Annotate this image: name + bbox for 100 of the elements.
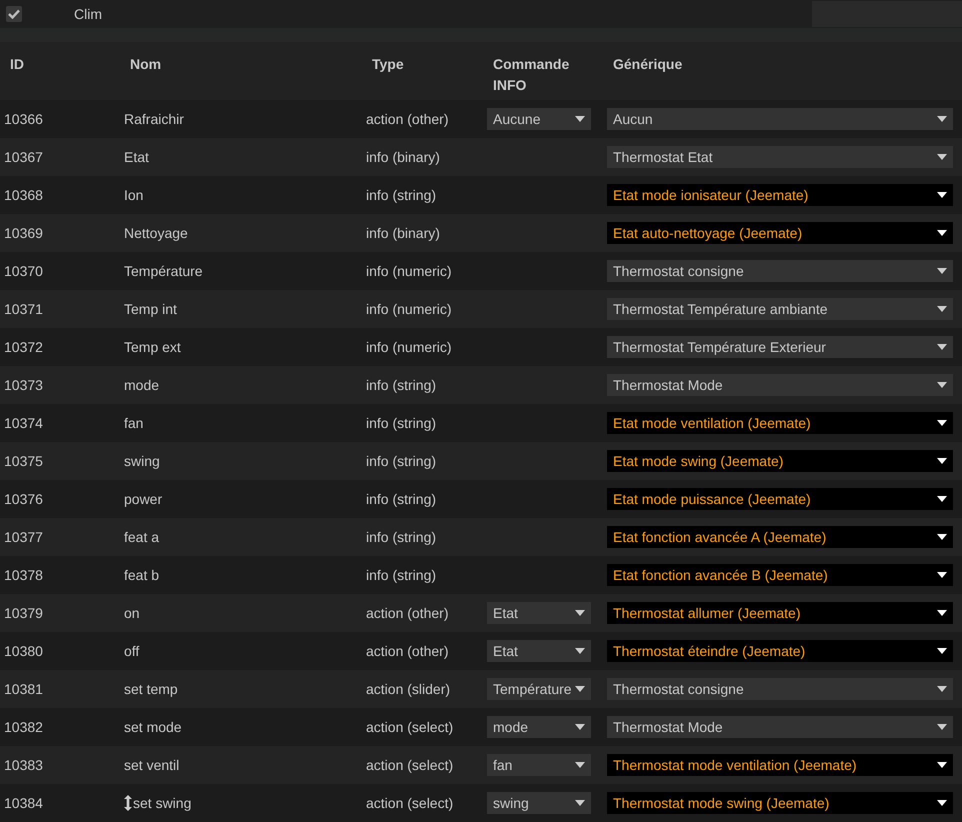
- generic-type-select[interactable]: Thermostat consigne: [607, 260, 953, 282]
- dropdown-caret-icon: [937, 116, 947, 122]
- id-cell: 10376: [4, 490, 43, 506]
- dropdown-caret-icon: [937, 306, 947, 312]
- dropdown-caret-icon: [937, 496, 947, 502]
- name-cell: feat b: [124, 566, 160, 582]
- generic-type-select[interactable]: Etat mode swing (Jeemate): [607, 450, 953, 472]
- dropdown-caret-icon: [937, 686, 947, 692]
- name-cell: Etat: [124, 148, 149, 164]
- id-cell: 10370: [4, 262, 43, 278]
- dropdown-caret-icon: [937, 572, 947, 578]
- checkbox[interactable]: [6, 6, 22, 22]
- type-cell: action (select): [366, 718, 454, 734]
- type-cell: action (other): [366, 642, 448, 658]
- type-cell: info (numeric): [366, 300, 452, 316]
- type-cell: info (string): [366, 528, 436, 544]
- generic-type-select[interactable]: Thermostat Mode: [607, 716, 953, 738]
- dropdown-caret-icon: [575, 762, 585, 768]
- dropdown-caret-icon: [937, 344, 947, 350]
- info-command-select[interactable]: swing: [487, 792, 591, 814]
- name-cell: Nettoyage: [124, 224, 188, 240]
- info-command-select[interactable]: fan: [487, 754, 591, 776]
- check-icon: [8, 9, 20, 19]
- id-cell: 10384: [4, 794, 43, 810]
- generic-type-select[interactable]: Thermostat allumer (Jeemate): [607, 602, 953, 624]
- id-cell: 10375: [4, 452, 43, 468]
- info-command-select[interactable]: Aucune: [487, 108, 591, 130]
- column-header: Type: [372, 55, 404, 74]
- id-cell: 10367: [4, 148, 43, 164]
- type-cell: info (string): [366, 490, 436, 506]
- info-command-select[interactable]: mode: [487, 716, 591, 738]
- dropdown-caret-icon: [937, 154, 947, 160]
- dropdown-caret-icon: [937, 610, 947, 616]
- id-cell: 10377: [4, 528, 43, 544]
- type-cell: info (string): [366, 186, 436, 202]
- equipment-name: Clim: [74, 4, 102, 24]
- name-cell: Température: [124, 262, 203, 278]
- dropdown-caret-icon: [937, 230, 947, 236]
- dropdown-caret-icon: [575, 648, 585, 654]
- type-cell: info (numeric): [366, 338, 452, 354]
- info-command-select[interactable]: Etat: [487, 640, 591, 662]
- type-cell: action (slider): [366, 680, 450, 696]
- generic-type-select[interactable]: Etat mode puissance (Jeemate): [607, 488, 953, 510]
- type-cell: info (string): [366, 376, 436, 392]
- generic-type-select[interactable]: Thermostat Mode: [607, 374, 953, 396]
- dropdown-caret-icon: [575, 610, 585, 616]
- dropdown-caret-icon: [937, 762, 947, 768]
- id-cell: 10379: [4, 604, 43, 620]
- dropdown-caret-icon: [937, 724, 947, 730]
- dropdown-caret-icon: [937, 382, 947, 388]
- id-cell: 10381: [4, 680, 43, 696]
- generic-type-select[interactable]: Aucun: [607, 108, 953, 130]
- generic-type-select[interactable]: Thermostat Température Exterieur: [607, 336, 953, 358]
- generic-type-select[interactable]: Etat fonction avancée A (Jeemate): [607, 526, 953, 548]
- name-cell: set temp: [124, 680, 178, 696]
- generic-type-select[interactable]: Etat mode ionisateur (Jeemate): [607, 184, 953, 206]
- name-cell: Rafraichir: [124, 110, 184, 126]
- type-cell: info (string): [366, 414, 436, 430]
- id-cell: 10371: [4, 300, 43, 316]
- generic-type-select[interactable]: Thermostat Température ambiante: [607, 298, 953, 320]
- generic-type-select[interactable]: Etat mode ventilation (Jeemate): [607, 412, 953, 434]
- dropdown-caret-icon: [937, 534, 947, 540]
- name-cell: set ventil: [124, 756, 180, 772]
- id-cell: 10366: [4, 110, 43, 126]
- type-cell: action (select): [366, 794, 454, 810]
- dropdown-caret-icon: [937, 192, 947, 198]
- column-header: Nom: [130, 55, 162, 74]
- dropdown-caret-icon: [937, 648, 947, 654]
- id-cell: 10372: [4, 338, 43, 354]
- generic-type-select[interactable]: Etat fonction avancée B (Jeemate): [607, 564, 953, 586]
- type-cell: info (binary): [366, 148, 440, 164]
- name-cell: mode: [124, 376, 160, 392]
- dropdown-caret-icon: [937, 268, 947, 274]
- column-header: Générique: [613, 55, 682, 74]
- name-cell: Ion: [124, 186, 144, 202]
- type-cell: info (numeric): [366, 262, 452, 278]
- id-cell: 10368: [4, 186, 43, 202]
- info-command-select[interactable]: Etat: [487, 602, 591, 624]
- name-cell: power: [124, 490, 162, 506]
- name-cell: set swing: [133, 794, 192, 810]
- name-cell: swing: [124, 452, 160, 468]
- column-header: ID: [10, 55, 24, 74]
- dropdown-caret-icon: [937, 800, 947, 806]
- type-cell: action (select): [366, 756, 454, 772]
- generic-type-select[interactable]: Etat auto-nettoyage (Jeemate): [607, 222, 953, 244]
- generic-type-select[interactable]: Thermostat mode ventilation (Jeemate): [607, 754, 953, 776]
- dropdown-caret-icon: [575, 800, 585, 806]
- dropdown-caret-icon: [575, 116, 585, 122]
- type-cell: action (other): [366, 110, 448, 126]
- id-cell: 10378: [4, 566, 43, 582]
- id-cell: 10380: [4, 642, 43, 658]
- type-cell: action (other): [366, 604, 448, 620]
- name-cell: fan: [124, 414, 144, 430]
- name-cell: set mode: [124, 718, 182, 734]
- generic-type-select[interactable]: Thermostat consigne: [607, 678, 953, 700]
- generic-type-select[interactable]: Thermostat éteindre (Jeemate): [607, 640, 953, 662]
- generic-type-select[interactable]: Thermostat mode swing (Jeemate): [607, 792, 953, 814]
- info-command-select[interactable]: Température: [487, 678, 591, 700]
- name-cell: Temp ext: [124, 338, 181, 354]
- generic-type-select[interactable]: Thermostat Etat: [607, 146, 953, 168]
